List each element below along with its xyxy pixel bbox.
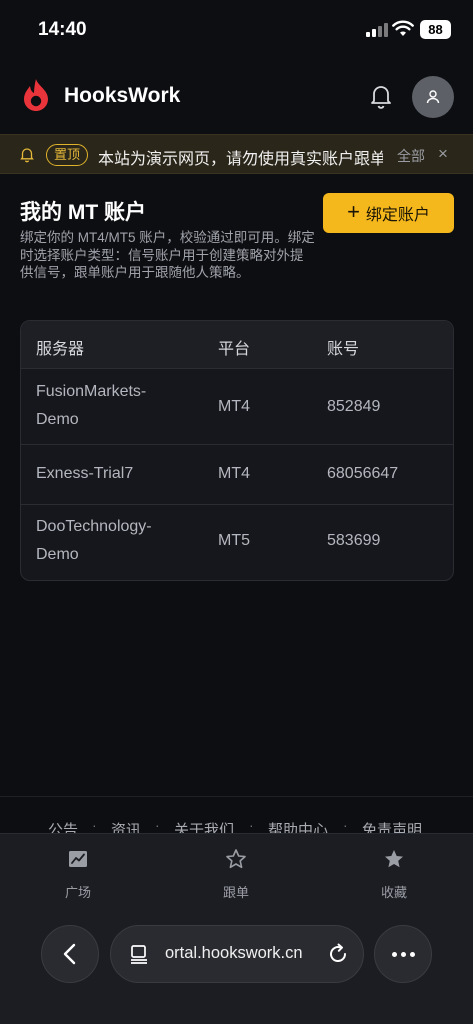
footer-separator: · bbox=[155, 817, 160, 833]
table-row[interactable]: Exness-Trial7 MT4 68056647 bbox=[21, 445, 453, 505]
notice-banner: 置顶 本站为演示网页，请勿使用真实账户跟单 全部 × bbox=[0, 134, 473, 174]
notice-bell-icon bbox=[20, 148, 34, 163]
nav-label: 收藏 bbox=[380, 885, 407, 900]
star-outline-icon bbox=[226, 849, 246, 869]
platform-cell: MT5 bbox=[218, 532, 250, 549]
account-cell: 852849 bbox=[327, 398, 381, 415]
plus-icon: + bbox=[347, 199, 360, 224]
reload-icon[interactable] bbox=[326, 942, 350, 966]
nav-label: 跟单 bbox=[222, 885, 249, 900]
status-time: 14:40 bbox=[38, 19, 87, 40]
chevron-left-icon bbox=[63, 943, 76, 965]
footer-separator: · bbox=[343, 817, 348, 833]
notice-text[interactable]: 本站为演示网页，请勿使用真实账户跟单 bbox=[98, 145, 383, 169]
chart-icon bbox=[69, 851, 87, 867]
page-title: 我的 MT 账户 bbox=[20, 201, 146, 224]
url-text[interactable]: ortal.hookswork.cn bbox=[165, 944, 325, 963]
footer-separator: · bbox=[92, 817, 97, 833]
account-cell: 583699 bbox=[327, 532, 381, 549]
server-cell: FusionMarkets- Demo bbox=[36, 383, 147, 428]
notice-all-link[interactable]: 全部 bbox=[397, 146, 425, 166]
logo-icon[interactable] bbox=[22, 78, 50, 112]
close-icon[interactable]: × bbox=[438, 144, 448, 164]
star-filled-icon bbox=[385, 850, 403, 868]
server-cell: Exness-Trial7 bbox=[36, 465, 134, 482]
table-row[interactable]: DooTechnology- Demo MT5 583699 bbox=[21, 505, 453, 580]
footer-separator: · bbox=[249, 817, 254, 833]
table-row[interactable]: FusionMarkets- Demo MT4 852849 bbox=[21, 369, 453, 445]
table-header: 服务器 平台 账号 bbox=[21, 321, 453, 369]
column-header-server: 服务器 bbox=[36, 341, 85, 358]
nav-label: 广场 bbox=[64, 885, 91, 900]
app-header: HooksWork bbox=[0, 68, 473, 126]
more-dot bbox=[391, 951, 397, 957]
battery-indicator: 88 bbox=[420, 20, 451, 39]
column-header-platform: 平台 bbox=[218, 341, 251, 358]
nav-item-favorites[interactable]: 收藏 bbox=[364, 848, 424, 901]
column-header-account: 账号 bbox=[327, 341, 360, 358]
brand-name[interactable]: HooksWork bbox=[64, 84, 180, 108]
avatar[interactable] bbox=[412, 76, 454, 118]
page-menu-icon[interactable] bbox=[129, 944, 149, 964]
browser-more-button[interactable] bbox=[374, 925, 432, 983]
nav-item-copy-trade[interactable]: 跟单 bbox=[206, 848, 266, 901]
footer-links: 公告 · 资讯 · 关于我们 · 帮助中心 · 免责声明 bbox=[0, 796, 473, 839]
platform-cell: MT4 bbox=[218, 398, 250, 415]
bind-account-label: 绑定账户 bbox=[365, 207, 430, 224]
bell-icon[interactable] bbox=[368, 82, 394, 110]
nav-item-plaza[interactable]: 广场 bbox=[48, 848, 108, 901]
address-bar[interactable]: ortal.hookswork.cn bbox=[110, 925, 364, 983]
accounts-table: 服务器 平台 账号 FusionMarkets- Demo MT4 852849… bbox=[20, 320, 454, 581]
page-description: 绑定你的 MT4/MT5 账户，校验通过即可用。绑定时选择账户类型：信号账户用于… bbox=[20, 230, 315, 280]
account-cell: 68056647 bbox=[327, 465, 399, 482]
more-dot bbox=[400, 951, 406, 957]
wifi-icon bbox=[392, 20, 414, 36]
status-bar: 14:40 88 bbox=[0, 0, 473, 60]
bind-account-button[interactable]: + 绑定账户 bbox=[323, 193, 454, 233]
server-cell: DooTechnology- Demo bbox=[36, 518, 152, 563]
notice-pinned-tag: 置顶 bbox=[46, 144, 89, 166]
more-dot bbox=[409, 951, 415, 957]
user-icon bbox=[426, 90, 440, 104]
platform-cell: MT4 bbox=[218, 465, 250, 482]
signal-icon bbox=[366, 22, 388, 37]
browser-back-button[interactable] bbox=[41, 925, 99, 983]
